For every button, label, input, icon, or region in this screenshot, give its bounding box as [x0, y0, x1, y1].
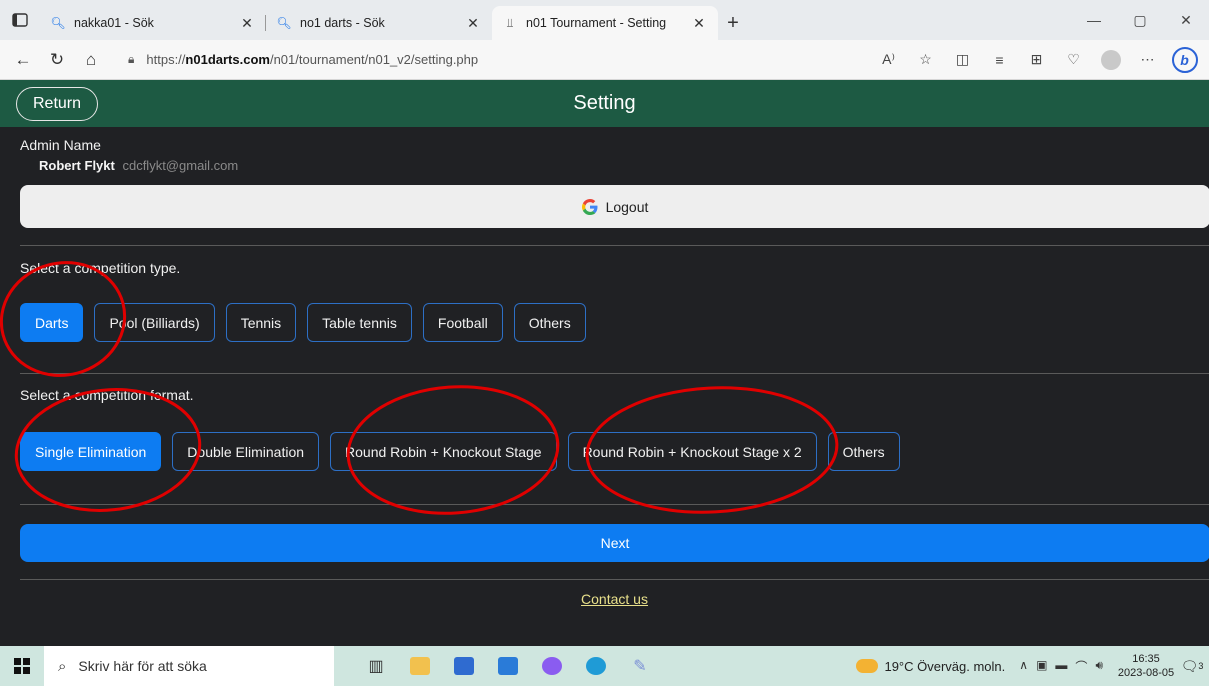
- divider: [20, 579, 1209, 580]
- window-controls: — ▢ ✕: [1071, 0, 1209, 40]
- format-option-others[interactable]: Others: [827, 432, 900, 471]
- divider: [20, 504, 1209, 505]
- paint-icon[interactable]: ✎: [618, 646, 662, 686]
- type-option-pool[interactable]: Pool (Billiards): [94, 303, 215, 342]
- network-icon[interactable]: ▣: [1036, 658, 1047, 675]
- search-icon: ⌕: [58, 657, 67, 675]
- admin-info: Robert Flykt cdcflykt@gmail.com: [39, 158, 238, 173]
- competition-type-prompt: Select a competition type.: [20, 260, 181, 276]
- next-button[interactable]: Next: [20, 524, 1209, 562]
- tray-icons: ∧ ▣ ▬ ⌒ 🔊︎: [1019, 658, 1103, 675]
- restore-icon[interactable]: ▢: [1117, 0, 1163, 40]
- browser-tab-strip: 🔍︎ nakka01 - Sök ✕ 🔍︎ no1 darts - Sök ✕ …: [0, 0, 1209, 40]
- admin-name-label: Admin Name: [20, 137, 101, 153]
- clock-time: 16:35: [1132, 653, 1160, 665]
- system-tray: 19°C Överväg. moln. ∧ ▣ ▬ ⌒ 🔊︎ 16:35 202…: [856, 646, 1209, 686]
- new-tab-button[interactable]: +: [718, 6, 748, 40]
- browser-tab-3-active[interactable]: ⫫ n01 Tournament - Setting ✕: [492, 6, 718, 40]
- address-bar: ← ↻ ⌂ 🔒︎ https://n01darts.com/n01/tourna…: [0, 40, 1209, 80]
- type-option-darts[interactable]: Darts: [20, 303, 84, 342]
- url-prefix: https://: [146, 52, 186, 67]
- taskbar-search-input[interactable]: ⌕ Skriv här för att söka: [44, 646, 334, 686]
- minimize-icon[interactable]: —: [1071, 0, 1117, 40]
- format-option-round-robin-knockout-x2[interactable]: Round Robin + Knockout Stage x 2: [567, 432, 817, 471]
- home-icon[interactable]: ⌂: [74, 45, 108, 75]
- browser-essentials-icon[interactable]: ♡: [1055, 45, 1092, 75]
- tab-actions-button[interactable]: [0, 0, 40, 40]
- bing-icon[interactable]: b: [1166, 45, 1203, 75]
- url-host: n01darts.com: [185, 52, 270, 67]
- bracket-icon: ⫫: [506, 15, 514, 30]
- mail-icon[interactable]: [486, 646, 530, 686]
- windows-logo-icon: [14, 658, 30, 674]
- lock-icon: 🔒︎: [128, 52, 135, 66]
- logout-button[interactable]: Logout: [20, 185, 1209, 228]
- taskbar-search-placeholder: Skriv här för att söka: [78, 658, 207, 674]
- weather-cloud-icon: [856, 659, 879, 673]
- browser-tab-2[interactable]: 🔍︎ no1 darts - Sök ✕: [266, 6, 492, 40]
- type-option-football[interactable]: Football: [422, 303, 503, 342]
- url-field[interactable]: 🔒︎ https://n01darts.com/n01/tournament/n…: [116, 45, 870, 75]
- close-window-icon[interactable]: ✕: [1163, 0, 1209, 40]
- app-header: Return Setting: [0, 80, 1209, 127]
- notification-count: 3: [1198, 661, 1204, 671]
- wifi-icon[interactable]: ⌒: [1075, 658, 1087, 675]
- competition-type-options: Darts Pool (Billiards) Tennis Table tenn…: [20, 303, 597, 342]
- search-icon: 🔍︎: [276, 16, 292, 30]
- contact-us-link[interactable]: Contact us: [0, 591, 1209, 607]
- divider: [20, 373, 1209, 374]
- split-screen-icon[interactable]: ◫: [944, 45, 981, 75]
- close-icon[interactable]: ✕: [464, 15, 482, 32]
- format-option-round-robin-knockout[interactable]: Round Robin + Knockout Stage: [330, 432, 557, 471]
- refresh-icon[interactable]: ↻: [40, 45, 74, 75]
- divider: [20, 245, 1209, 246]
- competition-format-options: Single Elimination Double Elimination Ro…: [20, 432, 911, 471]
- url-path: /n01/tournament/n01_v2/setting.php: [269, 52, 479, 67]
- notification-icon[interactable]: 🗨︎ 3: [1175, 658, 1209, 675]
- windows-taskbar: ⌕ Skriv här för att söka ▥ ✎ 19°C Övervä…: [0, 646, 1209, 686]
- file-explorer-icon[interactable]: [398, 646, 442, 686]
- browser-tab-1[interactable]: 🔍︎ nakka01 - Sök ✕: [40, 6, 266, 40]
- type-option-table-tennis[interactable]: Table tennis: [307, 303, 412, 342]
- favorite-star-icon[interactable]: ☆: [907, 45, 944, 75]
- profile-avatar[interactable]: [1092, 45, 1129, 75]
- admin-name: Robert Flykt: [39, 158, 115, 173]
- return-button[interactable]: Return: [16, 87, 98, 121]
- collections-icon[interactable]: ⊞: [1018, 45, 1055, 75]
- volume-icon[interactable]: 🔊︎: [1095, 658, 1103, 675]
- competition-format-prompt: Select a competition format.: [20, 387, 194, 403]
- clock[interactable]: 16:35 2023-08-05: [1117, 652, 1175, 680]
- type-option-tennis[interactable]: Tennis: [225, 303, 297, 342]
- weather-text[interactable]: 19°C Överväg. moln.: [884, 659, 1005, 674]
- logout-label: Logout: [605, 198, 649, 215]
- format-option-single-elimination[interactable]: Single Elimination: [20, 432, 162, 471]
- page-title: Setting: [573, 92, 636, 114]
- settings-panel: Admin Name Robert Flykt cdcflykt@gmail.c…: [0, 127, 1209, 646]
- google-icon: [581, 198, 598, 215]
- store-icon[interactable]: [442, 646, 486, 686]
- back-icon[interactable]: ←: [6, 45, 40, 75]
- tab-actions-icon: [12, 13, 28, 27]
- browser-toolbar: A⁾ ☆ ◫ ≡ ⊞ ♡ ⋯ b: [870, 45, 1203, 75]
- type-option-others[interactable]: Others: [513, 303, 586, 342]
- read-aloud-icon[interactable]: A⁾: [870, 45, 907, 75]
- battery-icon[interactable]: ▬: [1055, 658, 1067, 675]
- search-icon: 🔍︎: [50, 16, 66, 30]
- admin-email: cdcflykt@gmail.com: [122, 158, 239, 173]
- more-options-icon[interactable]: ⋯: [1129, 45, 1166, 75]
- copilot-icon[interactable]: [530, 646, 574, 686]
- clock-date: 2023-08-05: [1117, 667, 1175, 679]
- tab-title: n01 Tournament - Setting: [526, 16, 667, 30]
- taskbar-apps: ▥ ✎: [354, 646, 662, 686]
- start-button[interactable]: [0, 646, 44, 686]
- favorites-icon[interactable]: ≡: [981, 45, 1018, 75]
- tab-title: nakka01 - Sök: [74, 16, 154, 30]
- tab-title: no1 darts - Sök: [300, 16, 385, 30]
- task-view-icon[interactable]: ▥: [354, 646, 398, 686]
- close-icon[interactable]: ✕: [690, 15, 708, 32]
- close-icon[interactable]: ✕: [238, 15, 256, 32]
- chevron-up-icon[interactable]: ∧: [1019, 658, 1028, 675]
- format-option-double-elimination[interactable]: Double Elimination: [172, 432, 320, 471]
- edge-icon[interactable]: [574, 646, 618, 686]
